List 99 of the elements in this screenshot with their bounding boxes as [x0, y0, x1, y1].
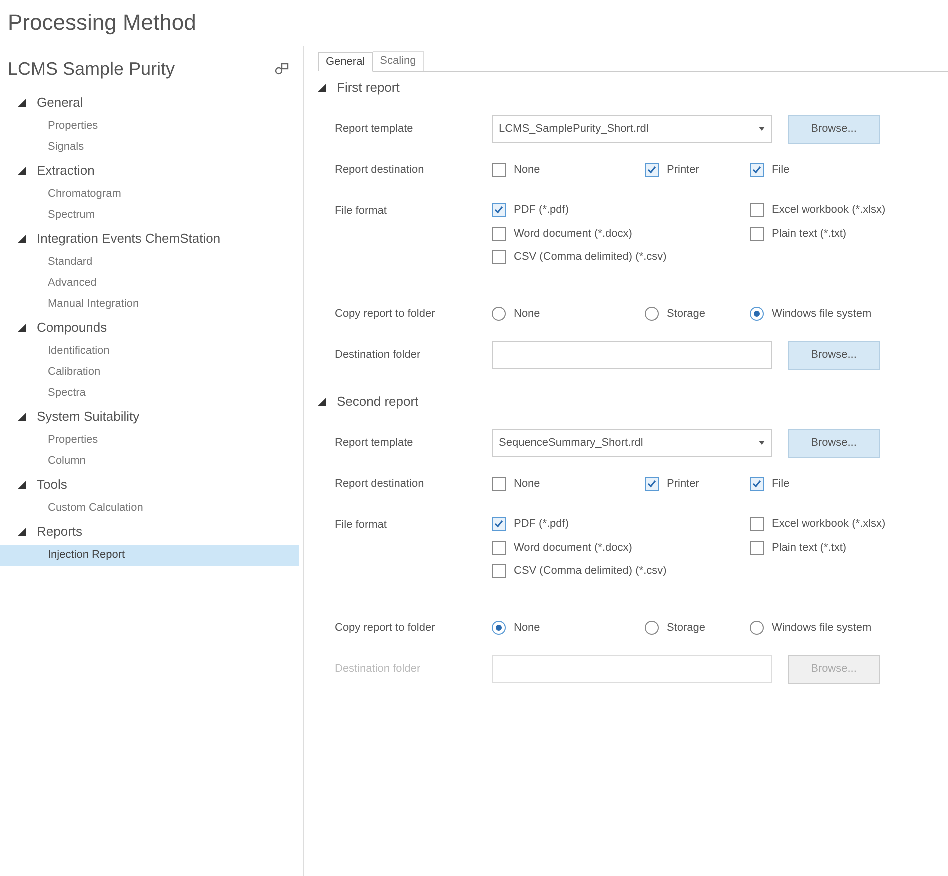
- field-label: File format: [335, 204, 388, 219]
- checkbox[interactable]: [492, 477, 506, 491]
- checkbox-label: File: [772, 476, 790, 492]
- checkbox-label: Word document (*.docx): [514, 226, 632, 242]
- radio-label: None: [514, 306, 540, 322]
- field-label: Report template: [335, 122, 414, 137]
- tree-item[interactable]: Properties: [0, 116, 299, 137]
- dropdown-arrow-icon: [759, 127, 765, 131]
- radio-label: Storage: [667, 620, 706, 636]
- checkbox[interactable]: [492, 564, 506, 578]
- sidebar-title: LCMS Sample Purity: [8, 58, 176, 81]
- selected-radio-button[interactable]: [492, 621, 506, 635]
- tree-item[interactable]: Column: [0, 451, 299, 472]
- tree-group-label[interactable]: Reports: [37, 522, 83, 542]
- checkbox-label: Printer: [667, 476, 700, 492]
- checked-checkbox[interactable]: [645, 163, 659, 177]
- radio-label: None: [514, 620, 540, 636]
- tree-group-label[interactable]: Compounds: [37, 318, 108, 338]
- selected-radio-button[interactable]: [750, 307, 764, 321]
- tree-group-label[interactable]: Tools: [37, 475, 68, 495]
- field-label: Report destination: [335, 476, 426, 492]
- checked-checkbox[interactable]: [492, 203, 506, 218]
- browse-button[interactable]: Browse...: [788, 428, 880, 458]
- tree-item[interactable]: Injection Report: [0, 545, 299, 566]
- checkbox-label: CSV (Comma delimited) (*.csv): [514, 250, 667, 265]
- checkbox[interactable]: [492, 163, 506, 177]
- browse-button[interactable]: Browse...: [788, 114, 880, 144]
- dropdown-arrow-icon: [759, 441, 765, 445]
- checkbox-label: Plain text (*.txt): [772, 540, 847, 556]
- checkbox-label: Printer: [667, 162, 700, 178]
- checkbox-label: CSV (Comma delimited) (*.csv): [514, 564, 667, 579]
- checkbox-label: Plain text (*.txt): [772, 226, 847, 242]
- tree-item[interactable]: Custom Calculation: [0, 498, 299, 519]
- field-label: Destination folder: [335, 348, 422, 363]
- checkbox[interactable]: [750, 226, 764, 241]
- expanded-triangle-icon[interactable]: [18, 412, 27, 422]
- checked-checkbox[interactable]: [492, 517, 506, 532]
- checked-checkbox[interactable]: [750, 163, 764, 177]
- checkbox[interactable]: [492, 540, 506, 555]
- tree-group-label[interactable]: Extraction: [37, 161, 95, 181]
- expanded-triangle-icon[interactable]: [18, 166, 27, 176]
- checked-checkbox[interactable]: [645, 477, 659, 491]
- expanded-triangle-icon[interactable]: [18, 98, 27, 108]
- radio-button[interactable]: [645, 621, 659, 635]
- tree-group-label[interactable]: System Suitability: [37, 407, 140, 427]
- radio-button[interactable]: [492, 307, 506, 321]
- field-label: File format: [335, 518, 388, 533]
- checked-checkbox[interactable]: [750, 477, 764, 491]
- template-dropdown[interactable]: SequenceSummary_Short.rdl: [492, 429, 772, 457]
- tree-group-label[interactable]: General: [37, 93, 84, 113]
- radio-label: Windows file system: [772, 306, 872, 322]
- folder-input-field[interactable]: [492, 341, 772, 369]
- pop-out-icon[interactable]: [275, 63, 289, 75]
- checkbox[interactable]: [750, 540, 764, 555]
- expanded-triangle-icon[interactable]: [318, 84, 327, 92]
- tab[interactable]: General: [318, 52, 374, 72]
- field-label: Copy report to folder: [335, 306, 436, 322]
- tree-item[interactable]: Signals: [0, 137, 299, 158]
- field-label: Copy report to folder: [335, 620, 436, 636]
- radio-button[interactable]: [645, 307, 659, 321]
- tree-item[interactable]: Chromatogram: [0, 184, 299, 205]
- checkbox[interactable]: [750, 517, 764, 532]
- radio-label: Storage: [667, 306, 706, 322]
- radio-label: Windows file system: [772, 620, 872, 636]
- tree-item[interactable]: Spectra: [0, 383, 299, 404]
- checkbox-label: Excel workbook (*.xlsx): [772, 517, 886, 532]
- checkbox-label: Word document (*.docx): [514, 540, 632, 556]
- expanded-triangle-icon[interactable]: [18, 234, 27, 244]
- section-header[interactable]: Second report: [337, 392, 419, 412]
- expanded-triangle-icon[interactable]: [18, 528, 27, 536]
- tree-item[interactable]: Properties: [0, 430, 299, 451]
- browse-button[interactable]: Browse...: [788, 340, 880, 370]
- tree-item[interactable]: Standard: [0, 252, 299, 273]
- tab[interactable]: Scaling: [373, 51, 424, 71]
- template-dropdown[interactable]: LCMS_SamplePurity_Short.rdl: [492, 115, 772, 143]
- checkbox-label: PDF (*.pdf): [514, 203, 570, 218]
- tree-item[interactable]: Advanced: [0, 273, 299, 294]
- tree-item[interactable]: Manual Integration: [0, 294, 299, 315]
- checkbox-label: None: [514, 476, 540, 492]
- expanded-triangle-icon[interactable]: [18, 480, 27, 490]
- checkbox-label: File: [772, 162, 790, 178]
- checkbox-label: PDF (*.pdf): [514, 517, 570, 532]
- tree-item[interactable]: Identification: [0, 341, 299, 362]
- tree-item[interactable]: Calibration: [0, 362, 299, 383]
- expanded-triangle-icon[interactable]: [318, 398, 327, 406]
- checkbox[interactable]: [492, 226, 506, 241]
- checkbox-label: None: [514, 162, 540, 178]
- field-label: Destination folder: [335, 662, 422, 677]
- field-label: Report destination: [335, 162, 426, 178]
- checkbox[interactable]: [750, 203, 764, 218]
- window-title: Processing Method: [8, 10, 196, 35]
- radio-button[interactable]: [750, 621, 764, 635]
- tree-group-label[interactable]: Integration Events ChemStation: [37, 229, 221, 249]
- expanded-triangle-icon[interactable]: [18, 324, 27, 332]
- field-label: Report template: [335, 436, 414, 451]
- checkbox[interactable]: [492, 250, 506, 264]
- section-header[interactable]: First report: [337, 78, 400, 98]
- tree-item[interactable]: Spectrum: [0, 205, 299, 226]
- checkbox-label: Excel workbook (*.xlsx): [772, 203, 886, 218]
